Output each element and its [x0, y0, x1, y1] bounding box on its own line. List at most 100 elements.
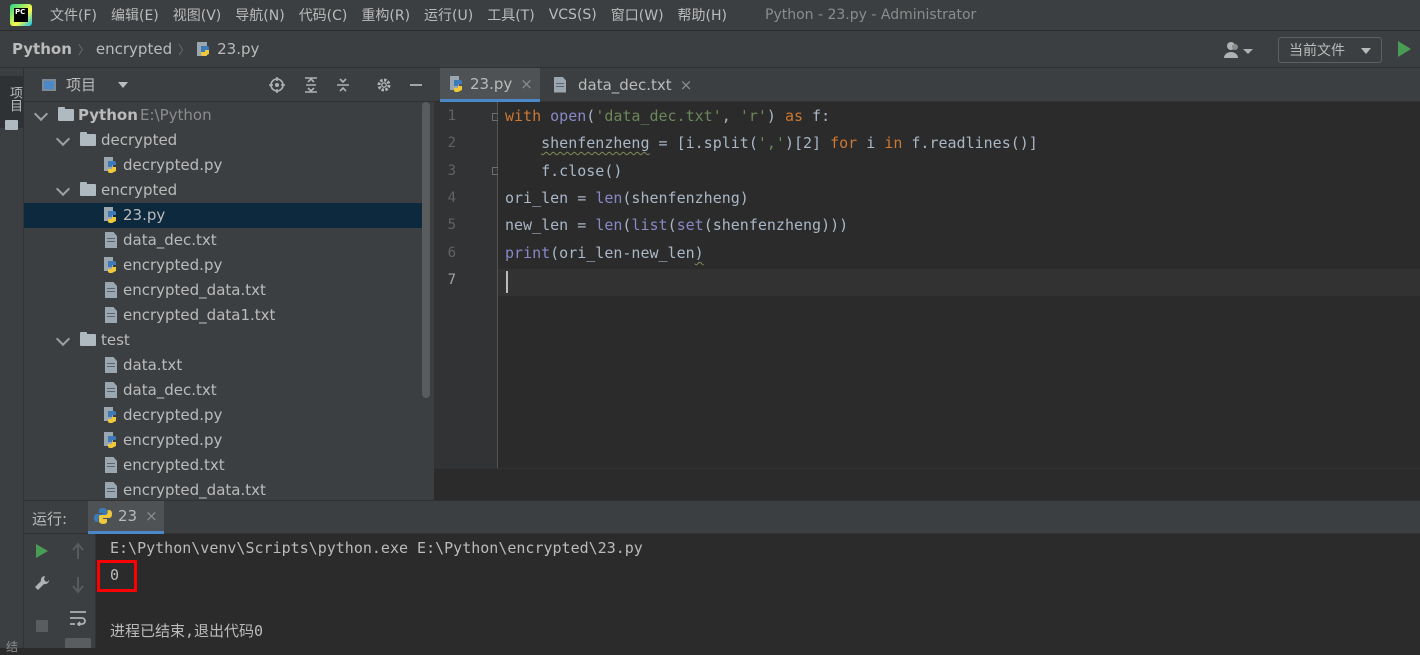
tree-item-folder-test[interactable]: test	[24, 328, 422, 353]
run-play-icon[interactable]	[1398, 41, 1411, 57]
tree-item-file[interactable]: encrypted.txt	[24, 453, 422, 478]
locate-crosshair-icon[interactable]	[269, 77, 285, 93]
tree-item-file[interactable]: encrypted.py	[24, 428, 422, 453]
expand-all-icon[interactable]	[303, 77, 319, 93]
run-configuration-select[interactable]: 当前文件	[1278, 37, 1382, 63]
tree-scrollbar[interactable]	[422, 102, 430, 398]
menu-edit[interactable]: 编辑(E)	[111, 5, 159, 25]
folder-icon	[58, 107, 74, 121]
tab-23-py[interactable]: 23.py ×	[440, 68, 540, 102]
minimize-icon[interactable]	[408, 77, 424, 93]
menu-view[interactable]: 视图(V)	[173, 5, 222, 25]
user-account-icon[interactable]	[1224, 41, 1254, 59]
tree-item-label: encrypted_data.txt	[123, 281, 266, 299]
line-number: 5	[447, 217, 456, 233]
tree-item-project-root[interactable]: Python E:\Python	[24, 103, 422, 128]
close-icon[interactable]: ×	[145, 507, 158, 525]
chevron-down-icon[interactable]	[55, 181, 71, 197]
menu-navigate[interactable]: 导航(N)	[235, 5, 284, 25]
chevron-down-icon[interactable]	[55, 131, 71, 147]
tree-item-label: test	[101, 331, 130, 349]
tree-item-file[interactable]: data_dec.txt	[24, 378, 422, 403]
gear-icon[interactable]	[376, 77, 392, 93]
code-line-1: with open('data_dec.txt', 'r') as f:	[505, 103, 830, 130]
breadcrumb-separator-icon: 〉	[178, 42, 191, 57]
menu-code[interactable]: 代码(C)	[299, 5, 348, 25]
breadcrumb-project[interactable]: Python	[12, 40, 72, 58]
folder-icon	[80, 332, 96, 346]
tree-item-file[interactable]: decrypted.py	[24, 403, 422, 428]
code-builtin: open	[550, 107, 587, 125]
menu-help[interactable]: 帮助(H)	[678, 5, 727, 25]
tree-item-file[interactable]: data_dec.txt	[24, 228, 422, 253]
tree-item-file[interactable]: data.txt	[24, 353, 422, 378]
code-builtin: len	[595, 189, 623, 207]
arrow-down-icon[interactable]	[70, 576, 86, 594]
menu-vcs[interactable]: VCS(S)	[549, 7, 597, 23]
tree-item-folder-decrypted[interactable]: decrypted	[24, 128, 422, 153]
menu-window[interactable]: 窗口(W)	[611, 5, 664, 25]
tree-item-folder-encrypted[interactable]: encrypted	[24, 178, 422, 203]
menu-file[interactable]: 文件(F)	[50, 5, 97, 25]
rerun-play-icon[interactable]	[36, 544, 48, 558]
code-identifier-typo: shenfenzheng	[541, 134, 650, 152]
tree-item-file[interactable]: encrypted_data1.txt	[24, 303, 422, 328]
project-tool-button[interactable]: 项目	[0, 76, 24, 130]
code-string: ','	[757, 134, 785, 152]
code-text: (shenfenzheng)))	[703, 216, 849, 234]
close-icon[interactable]: ×	[520, 75, 533, 93]
run-tab-23[interactable]: 23 ×	[88, 501, 164, 534]
project-tree: Python E:\Python decrypted decrypted.py …	[24, 102, 434, 500]
code-text: (ori_len-new_len	[550, 244, 695, 262]
close-icon[interactable]: ×	[680, 76, 693, 94]
text-file-icon	[105, 282, 117, 298]
left-tool-stripe-bottom: 结	[0, 500, 24, 654]
tab-data-dec-txt[interactable]: data_dec.txt ×	[548, 68, 692, 101]
run-toolbar	[24, 534, 60, 648]
tree-item-file-selected[interactable]: 23.py	[24, 203, 422, 228]
menu-tools[interactable]: 工具(T)	[487, 5, 534, 25]
collapse-all-icon[interactable]	[335, 77, 351, 93]
python-file-icon	[104, 157, 116, 173]
wrench-icon[interactable]	[34, 575, 50, 591]
tree-item-label: encrypted.py	[123, 256, 223, 274]
project-panel-title[interactable]: 项目	[66, 74, 96, 95]
tree-item-file[interactable]: encrypted_data.txt	[24, 478, 422, 500]
tree-item-file[interactable]: decrypted.py	[24, 153, 422, 178]
line-number: 1	[447, 108, 456, 124]
arrow-up-icon[interactable]	[70, 542, 86, 560]
breadcrumb-file[interactable]: 23.py	[217, 40, 259, 58]
breadcrumb-separator-icon: 〉	[77, 42, 90, 57]
folder-icon	[80, 132, 96, 146]
code-editor[interactable]: with open('data_dec.txt', 'r') as f: she…	[498, 102, 1420, 468]
tree-item-label: Python	[78, 106, 138, 124]
code-keyword: as	[784, 107, 804, 125]
chevron-down-icon[interactable]	[33, 106, 49, 122]
code-text: ori_len =	[505, 189, 596, 207]
text-file-icon	[105, 232, 117, 248]
menu-run[interactable]: 运行(U)	[424, 5, 473, 25]
text-file-icon	[105, 457, 117, 473]
run-console[interactable]: E:\Python\venv\Scripts\python.exe E:\Pyt…	[96, 534, 1420, 648]
tree-item-label: data_dec.txt	[123, 231, 217, 249]
text-file-icon	[554, 76, 566, 93]
tree-item-label: decrypted.py	[123, 156, 223, 174]
folder-icon	[5, 120, 18, 130]
console-line-exit: 进程已结束,退出代码0	[110, 622, 264, 640]
code-builtin: print	[505, 244, 551, 262]
scroll-to-end-icon[interactable]	[65, 638, 91, 648]
structure-tool-label[interactable]: 结	[6, 638, 18, 655]
code-line-5: new_len = len(list(set(shenfenzheng)))	[505, 212, 848, 239]
line-number: 4	[447, 190, 456, 206]
tree-item-file[interactable]: encrypted_data.txt	[24, 278, 422, 303]
tree-item-label: encrypted_data.txt	[123, 481, 266, 499]
line-number: 2	[447, 135, 456, 151]
stop-icon[interactable]	[36, 620, 48, 632]
logo-text: PC	[14, 8, 28, 22]
soft-wrap-icon[interactable]	[69, 610, 87, 626]
chevron-down-icon[interactable]	[55, 331, 71, 347]
tree-item-file[interactable]: encrypted.py	[24, 253, 422, 278]
menu-refactor[interactable]: 重构(R)	[361, 5, 410, 25]
chevron-down-icon[interactable]	[118, 81, 129, 88]
breadcrumb-folder[interactable]: encrypted	[96, 40, 172, 58]
